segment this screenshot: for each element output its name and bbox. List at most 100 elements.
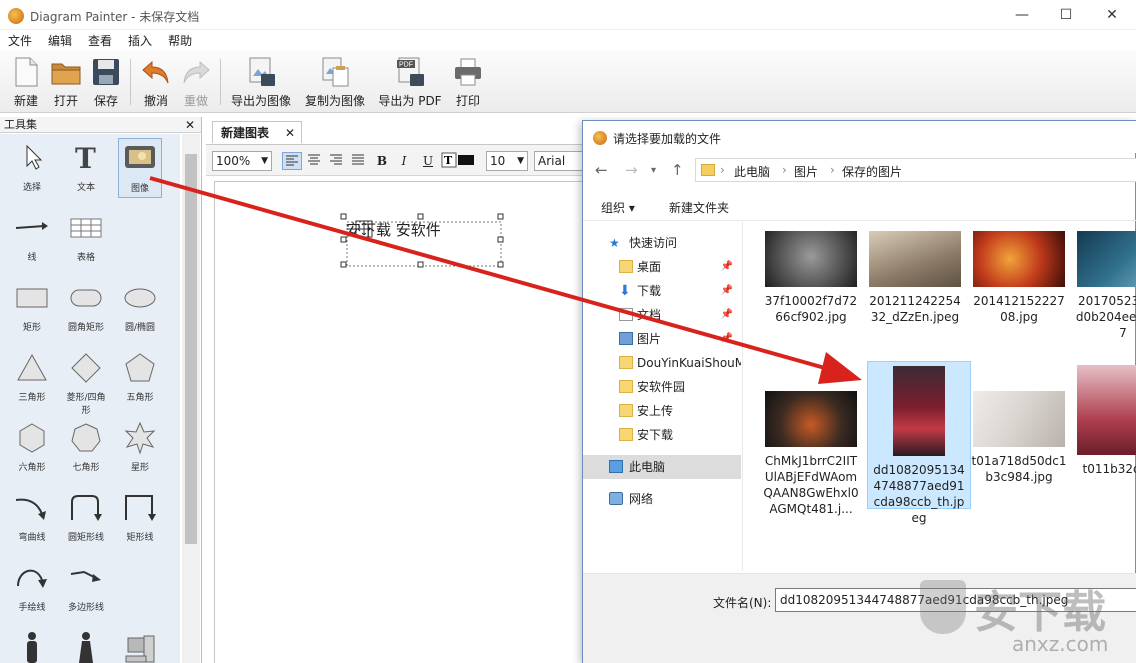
tool-image[interactable]: 图像 bbox=[118, 138, 162, 198]
minimize-button[interactable]: — bbox=[1000, 4, 1044, 26]
organize-button[interactable]: 组织 ▾ bbox=[601, 199, 635, 216]
file-item[interactable]: t011b32d279 bbox=[1071, 361, 1136, 509]
menu-insert[interactable]: 插入 bbox=[120, 30, 160, 49]
tool-elbow-line[interactable]: 矩形线 bbox=[118, 488, 162, 548]
image-thumbnail bbox=[765, 391, 857, 447]
tool-ellipse[interactable]: 圆/椭圆 bbox=[118, 278, 162, 338]
new-folder-button[interactable]: 新建文件夹 bbox=[669, 199, 729, 216]
print-button[interactable]: 打印 bbox=[450, 56, 486, 109]
scrollbar-thumb[interactable] bbox=[185, 154, 197, 544]
export-image-button[interactable]: 导出为图像 bbox=[228, 56, 294, 109]
tool-curved-line[interactable]: 弯曲线 bbox=[10, 488, 54, 548]
nav-folder-anruanjianyuan[interactable]: 安软件园 bbox=[583, 375, 741, 399]
resize-handle[interactable] bbox=[417, 261, 424, 268]
tool-triangle[interactable]: 三角形 bbox=[10, 348, 54, 408]
tool-rounded-line[interactable]: 圆矩形线 bbox=[64, 488, 108, 548]
back-arrow-icon[interactable]: ← bbox=[595, 161, 608, 179]
tool-table[interactable]: 表格 bbox=[64, 208, 108, 268]
tool-diamond[interactable]: 菱形/四角形 bbox=[64, 348, 108, 416]
text-color-button[interactable]: T bbox=[440, 152, 476, 170]
recent-locations-chevron-icon[interactable]: ▾ bbox=[651, 165, 656, 176]
tool-polyline[interactable]: 多边形线 bbox=[64, 558, 108, 618]
tab-close-button[interactable]: ✕ bbox=[285, 122, 295, 144]
undo-button[interactable]: 撤消 bbox=[138, 56, 174, 109]
file-item[interactable]: 37f10002f7d7266cf902.jpg bbox=[759, 221, 863, 369]
file-item[interactable]: ChMkJ1brrC2IITUlABjEFdWAomQAAN8GwEhxl0AG… bbox=[759, 381, 863, 529]
tool-rounded-rectangle[interactable]: 圆角矩形 bbox=[64, 278, 108, 338]
tool-rectangle[interactable]: 矩形 bbox=[10, 278, 54, 338]
underline-button[interactable]: U bbox=[418, 152, 438, 170]
tool-panel-scrollbar[interactable] bbox=[182, 134, 200, 663]
tool-computer[interactable] bbox=[118, 628, 162, 663]
nav-this-pc[interactable]: 此电脑 bbox=[583, 455, 741, 479]
tool-person-female[interactable] bbox=[64, 628, 108, 663]
menu-help[interactable]: 帮助 bbox=[160, 30, 200, 49]
export-pdf-button[interactable]: PDF 导出为 PDF bbox=[376, 56, 444, 109]
copy-image-button[interactable]: 复制为图像 bbox=[302, 56, 368, 109]
nav-folder-anxiazai[interactable]: 安下载 bbox=[583, 423, 741, 447]
file-name: 20121124225432_dZzEn.jpeg bbox=[869, 294, 961, 324]
resize-handle[interactable] bbox=[497, 236, 504, 243]
tool-select[interactable]: 选择 bbox=[10, 138, 54, 198]
align-center-button[interactable] bbox=[304, 152, 324, 170]
menu-edit[interactable]: 编辑 bbox=[40, 30, 80, 49]
breadcrumb-pictures[interactable]: 图片 bbox=[794, 163, 818, 180]
tool-star[interactable]: 星形 bbox=[118, 418, 162, 478]
open-button[interactable]: 打开 bbox=[48, 56, 84, 109]
new-button[interactable]: 新建 bbox=[8, 56, 44, 109]
tab-new-diagram[interactable]: 新建图表 ✕ bbox=[212, 121, 302, 143]
resize-handle[interactable] bbox=[497, 213, 504, 220]
resize-handle[interactable] bbox=[497, 261, 504, 268]
tool-text[interactable]: T 文本 bbox=[64, 138, 108, 198]
align-justify-button[interactable] bbox=[348, 152, 368, 170]
align-right-button[interactable] bbox=[326, 152, 346, 170]
resize-handle[interactable] bbox=[340, 261, 347, 268]
forward-arrow-icon[interactable]: → bbox=[625, 161, 638, 179]
nav-network[interactable]: 网络 bbox=[583, 487, 741, 511]
diagram-canvas[interactable]: 安下载 安软件 bbox=[214, 181, 586, 663]
file-name: t01a718d50dc1b3c984.jpg bbox=[971, 454, 1067, 484]
font-size-select[interactable]: 10 ▼ bbox=[486, 151, 528, 171]
tool-person-male[interactable] bbox=[10, 628, 54, 663]
close-window-button[interactable]: ✕ bbox=[1090, 4, 1134, 26]
file-item[interactable]: 20141215222708.jpg bbox=[967, 221, 1071, 369]
breadcrumb-this-pc[interactable]: 此电脑 bbox=[734, 163, 770, 180]
address-bar[interactable]: › 此电脑 › 图片 › 保存的图片 bbox=[695, 158, 1136, 182]
tool-hexagon[interactable]: 六角形 bbox=[10, 418, 54, 478]
dialog-nav-bar: ← → ▾ ↑ › 此电脑 › 图片 › 保存的图片 bbox=[583, 155, 1136, 185]
maximize-button[interactable]: ☐ bbox=[1044, 4, 1088, 26]
tool-panel-close-button[interactable]: ✕ bbox=[185, 117, 195, 133]
font-name-select[interactable]: Arial bbox=[534, 151, 586, 171]
save-button[interactable]: 保存 bbox=[88, 56, 124, 109]
export-image-icon bbox=[245, 56, 277, 88]
zoom-select[interactable]: 100% ▼ bbox=[212, 151, 272, 171]
curved-arrow-icon bbox=[12, 490, 52, 526]
nav-documents[interactable]: 文档 📌 bbox=[583, 303, 741, 327]
breadcrumb-saved-pictures[interactable]: 保存的图片 bbox=[842, 163, 902, 180]
tool-line[interactable]: 线 bbox=[10, 208, 54, 268]
redo-button[interactable]: 重做 bbox=[178, 56, 214, 109]
nav-downloads[interactable]: ⬇ 下载 📌 bbox=[583, 279, 741, 303]
tool-label: 线 bbox=[27, 253, 37, 263]
file-item[interactable]: 20170523_d41d0b204eecf8427 bbox=[1071, 221, 1136, 369]
file-item[interactable]: t01a718d50dc1b3c984.jpg bbox=[967, 381, 1071, 529]
nav-folder-douyin[interactable]: DouYinKuaiShouM bbox=[583, 351, 741, 375]
menu-file[interactable]: 文件 bbox=[0, 30, 40, 49]
italic-button[interactable]: I bbox=[394, 152, 414, 170]
nav-pictures[interactable]: 图片 📌 bbox=[583, 327, 741, 351]
nav-desktop[interactable]: 桌面 📌 bbox=[583, 255, 741, 279]
file-item[interactable]: 20121124225432_dZzEn.jpeg bbox=[863, 221, 967, 369]
tool-heptagon[interactable]: 七角形 bbox=[64, 418, 108, 478]
nav-folder-anshangchuan[interactable]: 安上传 bbox=[583, 399, 741, 423]
tool-freehand-line[interactable]: 手绘线 bbox=[10, 558, 54, 618]
up-arrow-icon[interactable]: ↑ bbox=[671, 161, 684, 179]
menu-view[interactable]: 查看 bbox=[80, 30, 120, 49]
bold-button[interactable]: B bbox=[372, 152, 392, 170]
nav-quick-access[interactable]: ★ 快速访问 bbox=[583, 231, 741, 255]
tool-pentagon[interactable]: 五角形 bbox=[118, 348, 162, 408]
canvas-text[interactable]: 安下载 安软件 bbox=[346, 219, 441, 240]
rounded-elbow-line-icon bbox=[66, 490, 106, 526]
file-item-selected[interactable]: dd10820951344748877aed91cda98ccb_th.jpeg bbox=[867, 361, 971, 525]
align-left-button[interactable] bbox=[282, 152, 302, 170]
document-icon bbox=[619, 308, 633, 321]
